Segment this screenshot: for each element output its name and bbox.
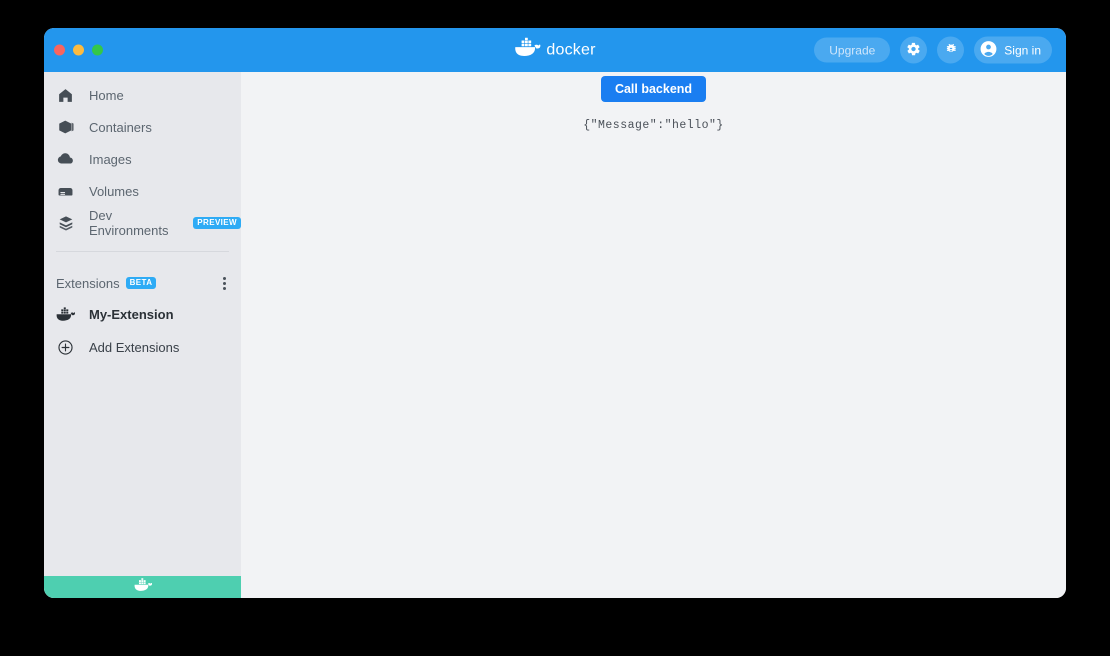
kebab-dot	[223, 277, 226, 280]
sidebar-item-images-label: Images	[89, 152, 132, 167]
docker-whale-icon	[56, 307, 75, 322]
docker-whale-logo-icon	[514, 38, 540, 63]
docker-engine-status-bar[interactable]	[44, 576, 241, 598]
home-icon	[56, 87, 75, 104]
docker-whale-icon	[134, 578, 152, 597]
upgrade-button[interactable]: Upgrade	[814, 38, 890, 63]
brand-label: docker	[546, 41, 595, 59]
window-maximize-button[interactable]	[92, 45, 103, 56]
sidebar-divider	[56, 251, 229, 252]
docker-desktop-window: docker Upgrade	[44, 28, 1066, 598]
kebab-dot	[223, 282, 226, 285]
sidebar-item-volumes[interactable]: Volumes	[44, 175, 241, 207]
images-cloud-icon	[56, 150, 75, 169]
troubleshoot-button[interactable]	[937, 37, 964, 64]
kebab-dot	[223, 287, 226, 290]
sidebar-item-dev-environments-label: Dev Environments	[89, 208, 173, 238]
sign-in-label: Sign in	[1004, 43, 1041, 57]
sidebar-item-dev-environments[interactable]: Dev Environments PREVIEW	[44, 207, 241, 239]
sidebar-item-add-extensions-label: Add Extensions	[89, 340, 179, 355]
sidebar-item-images[interactable]: Images	[44, 143, 241, 175]
window-close-button[interactable]	[54, 45, 65, 56]
sidebar-item-volumes-label: Volumes	[89, 184, 139, 199]
backend-response-text: {"Message":"hello"}	[583, 119, 724, 132]
extensions-title: Extensions	[56, 276, 120, 291]
beta-badge: BETA	[126, 277, 157, 289]
sign-in-button[interactable]: Sign in	[974, 37, 1052, 64]
gear-icon	[906, 41, 921, 59]
settings-button[interactable]	[900, 37, 927, 64]
sidebar-item-containers[interactable]: Containers	[44, 111, 241, 143]
sidebar-item-home-label: Home	[89, 88, 124, 103]
sidebar-item-my-extension-label: My-Extension	[89, 307, 174, 322]
titlebar-actions: Upgrade	[814, 37, 1052, 64]
extensions-section-header: Extensions BETA	[44, 268, 241, 298]
preview-badge: PREVIEW	[193, 217, 241, 229]
sidebar: Home Containers	[44, 72, 241, 598]
call-backend-button[interactable]: Call backend	[601, 76, 706, 102]
window-traffic-lights	[54, 45, 103, 56]
window-body: Home Containers	[44, 72, 1066, 598]
bug-icon	[944, 42, 958, 59]
sidebar-item-add-extensions[interactable]: Add Extensions	[44, 331, 241, 364]
sidebar-item-my-extension[interactable]: My-Extension	[44, 298, 241, 331]
dev-environments-icon	[56, 214, 75, 232]
window-minimize-button[interactable]	[73, 45, 84, 56]
account-circle-icon	[979, 39, 998, 61]
sidebar-nav-list: Home Containers	[44, 72, 241, 239]
docker-brand: docker	[514, 38, 595, 63]
kebab-menu-icon[interactable]	[220, 273, 229, 294]
sidebar-item-containers-label: Containers	[89, 120, 152, 135]
plus-circle-icon	[56, 339, 75, 356]
containers-icon	[56, 118, 75, 136]
volumes-icon	[56, 182, 75, 201]
sidebar-item-home[interactable]: Home	[44, 79, 241, 111]
title-bar: docker Upgrade	[44, 28, 1066, 72]
extension-content-area: Call backend {"Message":"hello"}	[241, 72, 1066, 598]
